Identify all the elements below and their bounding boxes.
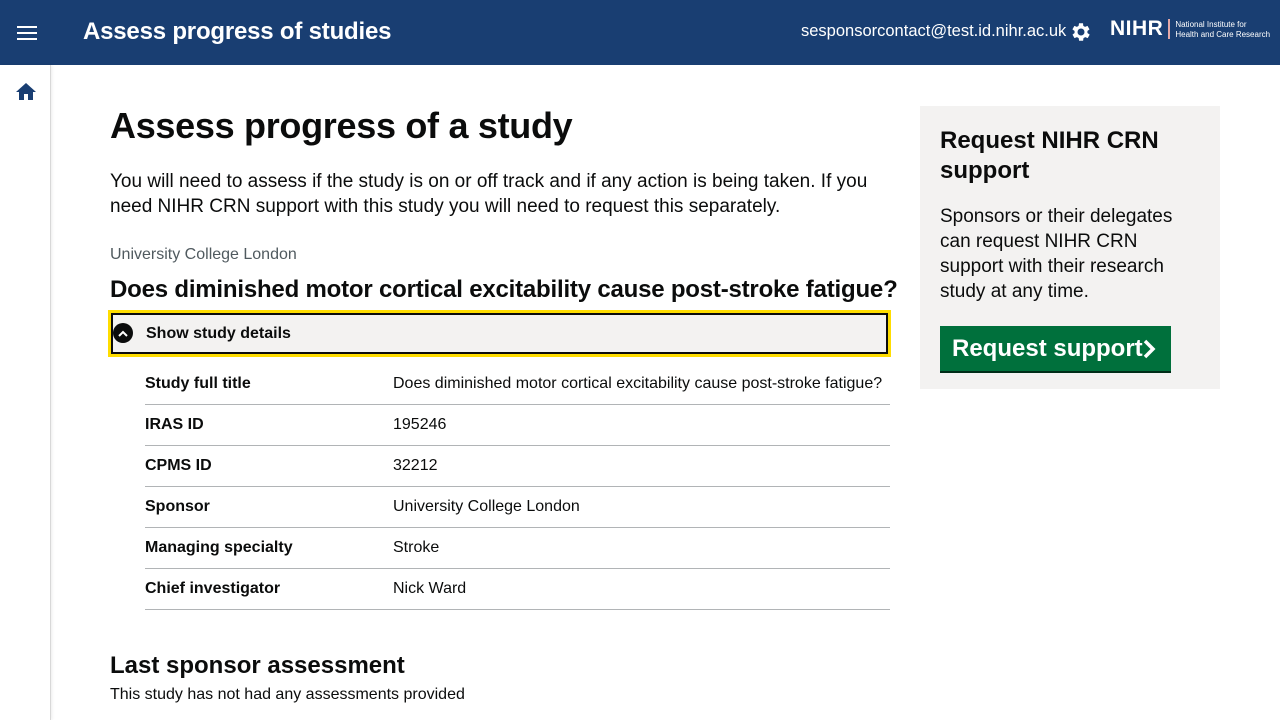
details-row: Study full title Does diminished motor c…	[145, 364, 890, 405]
request-support-button[interactable]: Request support	[940, 326, 1171, 371]
user-email: sesponsorcontact@test.id.nihr.ac.uk	[801, 22, 1067, 40]
details-row: CPMS ID 32212	[145, 446, 890, 487]
logo-divider	[1168, 19, 1171, 39]
last-assessment-heading: Last sponsor assessment	[110, 652, 405, 679]
details-key: Study full title	[145, 375, 251, 392]
logo-wordmark: NIHR	[1110, 17, 1164, 40]
chevron-up-icon	[113, 323, 133, 343]
toggle-label: Show study details	[146, 325, 291, 342]
details-key: IRAS ID	[145, 416, 204, 433]
nihr-logo: NIHR National Institute for Health and C…	[1110, 17, 1270, 41]
top-header: Assess progress of studies sesponsorcont…	[0, 0, 1280, 65]
organisation-caption: University College London	[110, 246, 297, 263]
details-value: University College London	[393, 498, 580, 515]
details-value: Stroke	[393, 539, 440, 556]
last-assessment-text: This study has not had any assessments p…	[110, 686, 465, 703]
details-value: Does diminished motor cortical excitabil…	[393, 375, 883, 392]
study-title: Does diminished motor cortical excitabil…	[110, 276, 898, 303]
chevron-right-icon	[1139, 338, 1159, 360]
logo-subtitle: National Institute for Health and Care R…	[1175, 20, 1270, 39]
page-title: Assess progress of a study	[110, 105, 573, 146]
details-row: IRAS ID 195246	[145, 405, 890, 446]
logo-subtitle-line1: National Institute for	[1175, 20, 1247, 29]
details-value: Nick Ward	[393, 580, 467, 597]
request-support-panel: Request NIHR CRN support Sponsors or the…	[920, 106, 1220, 389]
panel-text: Sponsors or their delegates can request …	[940, 206, 1173, 302]
details-key: Sponsor	[145, 498, 210, 515]
details-key: Chief investigator	[145, 580, 281, 597]
intro-text: You will need to assess if the study is …	[110, 171, 868, 217]
side-nav	[0, 65, 51, 720]
details-key: CPMS ID	[145, 457, 212, 474]
request-support-label: Request support	[952, 334, 1143, 362]
details-row: Managing specialty Stroke	[145, 528, 890, 569]
details-key: Managing specialty	[145, 539, 293, 556]
show-study-details-toggle[interactable]: Show study details	[108, 310, 891, 357]
app-title: Assess progress of studies	[83, 18, 392, 45]
home-icon[interactable]	[14, 80, 38, 104]
details-row: Chief investigator Nick Ward	[145, 569, 890, 610]
gear-icon[interactable]	[1069, 20, 1093, 44]
details-row: Sponsor University College London	[145, 487, 890, 528]
details-value: 32212	[393, 457, 438, 474]
main-content: Assess progress of a study You will need…	[108, 105, 898, 703]
logo-subtitle-line2: Health and Care Research	[1175, 29, 1271, 39]
panel-title: Request NIHR CRN support	[940, 127, 1159, 184]
study-details-list: Study full title Does diminished motor c…	[145, 364, 890, 610]
details-value: 195246	[393, 416, 447, 433]
hamburger-menu-icon[interactable]	[10, 16, 44, 50]
